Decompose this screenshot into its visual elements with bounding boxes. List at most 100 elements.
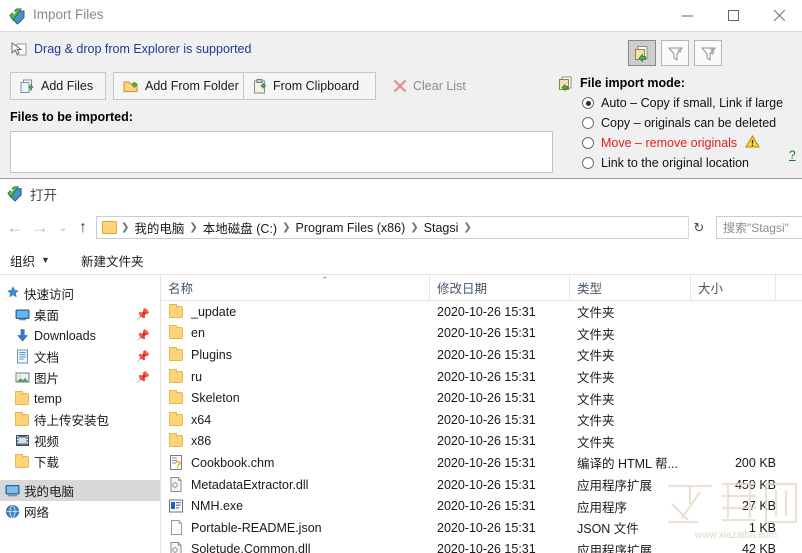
table-row[interactable]: Skeleton2020-10-26 15:31文件夹 — [161, 387, 802, 409]
folder-icon — [168, 412, 184, 428]
add-files-icon — [20, 79, 35, 94]
add-from-folder-button[interactable]: Add From Folder — [113, 72, 251, 100]
table-row[interactable]: ?Cookbook.chm2020-10-26 15:31编译的 HTML 帮.… — [161, 452, 802, 474]
up-button[interactable]: ↑ — [72, 217, 94, 239]
file-type: 应用程序扩展 — [577, 475, 652, 494]
filter-icon[interactable] — [661, 40, 689, 66]
pin-icon[interactable]: 📌 — [136, 329, 150, 342]
file-size: 200 KB — [698, 456, 776, 470]
file-date: 2020-10-26 15:31 — [437, 478, 536, 492]
search-input[interactable]: 搜索"Stagsi" — [716, 216, 802, 239]
file-name: _update — [191, 305, 236, 319]
sidebar-item-documents[interactable]: 文档 📌 — [0, 346, 160, 367]
file-date: 2020-10-26 15:31 — [437, 370, 536, 384]
table-row[interactable]: NMH.exe2020-10-26 15:31应用程序27 KB — [161, 495, 802, 517]
files-to-import-label: Files to be imported: — [10, 110, 133, 124]
radio-copy-label: Copy – originals can be deleted — [601, 116, 776, 130]
pin-icon[interactable]: 📌 — [136, 308, 150, 321]
files-to-import-list[interactable] — [10, 131, 553, 173]
refresh-button[interactable]: ↻ — [688, 216, 709, 239]
sidebar-item-desktop[interactable]: 桌面 📌 — [0, 304, 160, 325]
folder-icon — [102, 221, 117, 234]
sidebar-item-this-pc[interactable]: 我的电脑 — [0, 480, 160, 501]
breadcrumb-item-2[interactable]: Program Files (x86) — [293, 221, 409, 235]
file-type: JSON 文件 — [577, 518, 639, 537]
maximize-button[interactable] — [710, 0, 756, 31]
sidebar-item-videos[interactable]: 视频 — [0, 430, 160, 451]
column-headers: 名称 ⌃ 修改日期 类型 大小 — [161, 275, 802, 301]
file-type: 文件夹 — [577, 345, 615, 364]
breadcrumb-item-3[interactable]: Stagsi — [421, 221, 462, 235]
column-header-type[interactable]: 类型 — [570, 275, 691, 300]
radio-auto[interactable]: Auto – Copy if small, Link if large — [582, 94, 783, 112]
back-button[interactable]: ← — [4, 217, 26, 239]
file-name-cell: x86 — [168, 433, 211, 449]
clipboard-icon — [253, 79, 267, 94]
table-row[interactable]: Soletude.Common.dll2020-10-26 15:31应用程序扩… — [161, 539, 802, 553]
column-header-size[interactable]: 大小 — [691, 275, 776, 300]
file-name: Plugins — [191, 348, 232, 362]
breadcrumb-item-0[interactable]: 我的电脑 — [131, 218, 187, 237]
help-link-2[interactable]: ? — [789, 148, 796, 162]
table-row[interactable]: ru2020-10-26 15:31文件夹 — [161, 366, 802, 388]
sidebar-item-temp[interactable]: temp — [0, 388, 160, 409]
add-files-button[interactable]: Add Files — [10, 72, 106, 100]
table-row[interactable]: x642020-10-26 15:31文件夹 — [161, 409, 802, 431]
from-clipboard-button[interactable]: From Clipboard — [243, 72, 376, 100]
pin-icon[interactable]: 📌 — [136, 350, 150, 363]
file-date: 2020-10-26 15:31 — [437, 326, 536, 340]
table-row[interactable]: x862020-10-26 15:31文件夹 — [161, 431, 802, 453]
filter-dollar-icon[interactable]: $ — [694, 40, 722, 66]
table-row[interactable]: Portable-README.json2020-10-26 15:31JSON… — [161, 517, 802, 539]
column-label: 修改日期 — [437, 278, 487, 297]
file-date: 2020-10-26 15:31 — [437, 434, 536, 448]
file-name-cell: ru — [168, 369, 202, 385]
sidebar-item-quick-access[interactable]: 快速访问 — [0, 283, 160, 304]
close-button[interactable] — [756, 0, 802, 31]
file-date: 2020-10-26 15:31 — [437, 413, 536, 427]
table-row[interactable]: Plugins2020-10-26 15:31文件夹 — [161, 344, 802, 366]
file-name-cell: en — [168, 325, 205, 341]
radio-move[interactable]: Move – remove originals — [582, 134, 760, 152]
sidebar-label: 视频 — [34, 431, 59, 450]
sidebar-label: 待上传安装包 — [34, 410, 109, 429]
forward-button[interactable]: → — [29, 217, 51, 239]
import-file-icon[interactable] — [628, 40, 656, 66]
breadcrumb-item-1[interactable]: 本地磁盘 (C:) — [200, 218, 280, 237]
navigation-pane[interactable]: 快速访问 桌面 📌 Downloads 📌 文档 — [0, 275, 160, 553]
navigation-bar: ← → ⌄ ↑ ❯ 我的电脑 ❯ 本地磁盘 (C:) ❯ Program Fil… — [0, 209, 802, 245]
sidebar-item-network[interactable]: 网络 — [0, 501, 160, 522]
sidebar-item-downloads-cn[interactable]: 下载 — [0, 451, 160, 472]
file-list-pane: 名称 ⌃ 修改日期 类型 大小 _update2020-10-26 15:31文… — [161, 275, 802, 553]
clear-list-button[interactable]: Clear List — [383, 72, 471, 100]
sidebar-item-upload-packages[interactable]: 待上传安装包 — [0, 409, 160, 430]
column-header-spacer — [776, 275, 802, 300]
radio-link[interactable]: Link to the original location — [582, 154, 749, 172]
file-icon — [168, 520, 184, 536]
screen: Import Files Drag & drop from Explorer i… — [0, 0, 802, 553]
table-row[interactable]: en2020-10-26 15:31文件夹 — [161, 323, 802, 345]
sidebar-item-downloads[interactable]: Downloads 📌 — [0, 325, 160, 346]
minimize-button[interactable] — [664, 0, 710, 31]
svg-text:?: ? — [175, 460, 181, 470]
table-row[interactable]: _update2020-10-26 15:31文件夹 — [161, 301, 802, 323]
column-label: 名称 — [168, 278, 193, 297]
address-bar[interactable]: ❯ 我的电脑 ❯ 本地磁盘 (C:) ❯ Program Files (x86)… — [96, 216, 708, 239]
folder-icon — [14, 391, 30, 407]
sidebar-item-pictures[interactable]: 图片 📌 — [0, 367, 160, 388]
sidebar-label: 图片 — [34, 368, 59, 387]
column-header-name[interactable]: 名称 ⌃ — [161, 275, 430, 300]
radio-copy[interactable]: Copy – originals can be deleted — [582, 114, 776, 132]
recent-locations-button[interactable]: ⌄ — [52, 217, 74, 239]
new-folder-button[interactable]: 新建文件夹 — [75, 250, 150, 270]
folder-icon — [168, 390, 184, 406]
organize-menu[interactable]: 组织 ▼ — [4, 250, 56, 270]
tag-icon — [7, 185, 24, 202]
pin-icon[interactable]: 📌 — [136, 371, 150, 384]
video-icon — [14, 433, 30, 449]
file-date: 2020-10-26 15:31 — [437, 456, 536, 470]
column-header-date[interactable]: 修改日期 — [430, 275, 570, 300]
table-row[interactable]: MetadataExtractor.dll2020-10-26 15:31应用程… — [161, 474, 802, 496]
dialog-title: 打开 — [30, 184, 57, 204]
download-icon — [14, 328, 30, 344]
